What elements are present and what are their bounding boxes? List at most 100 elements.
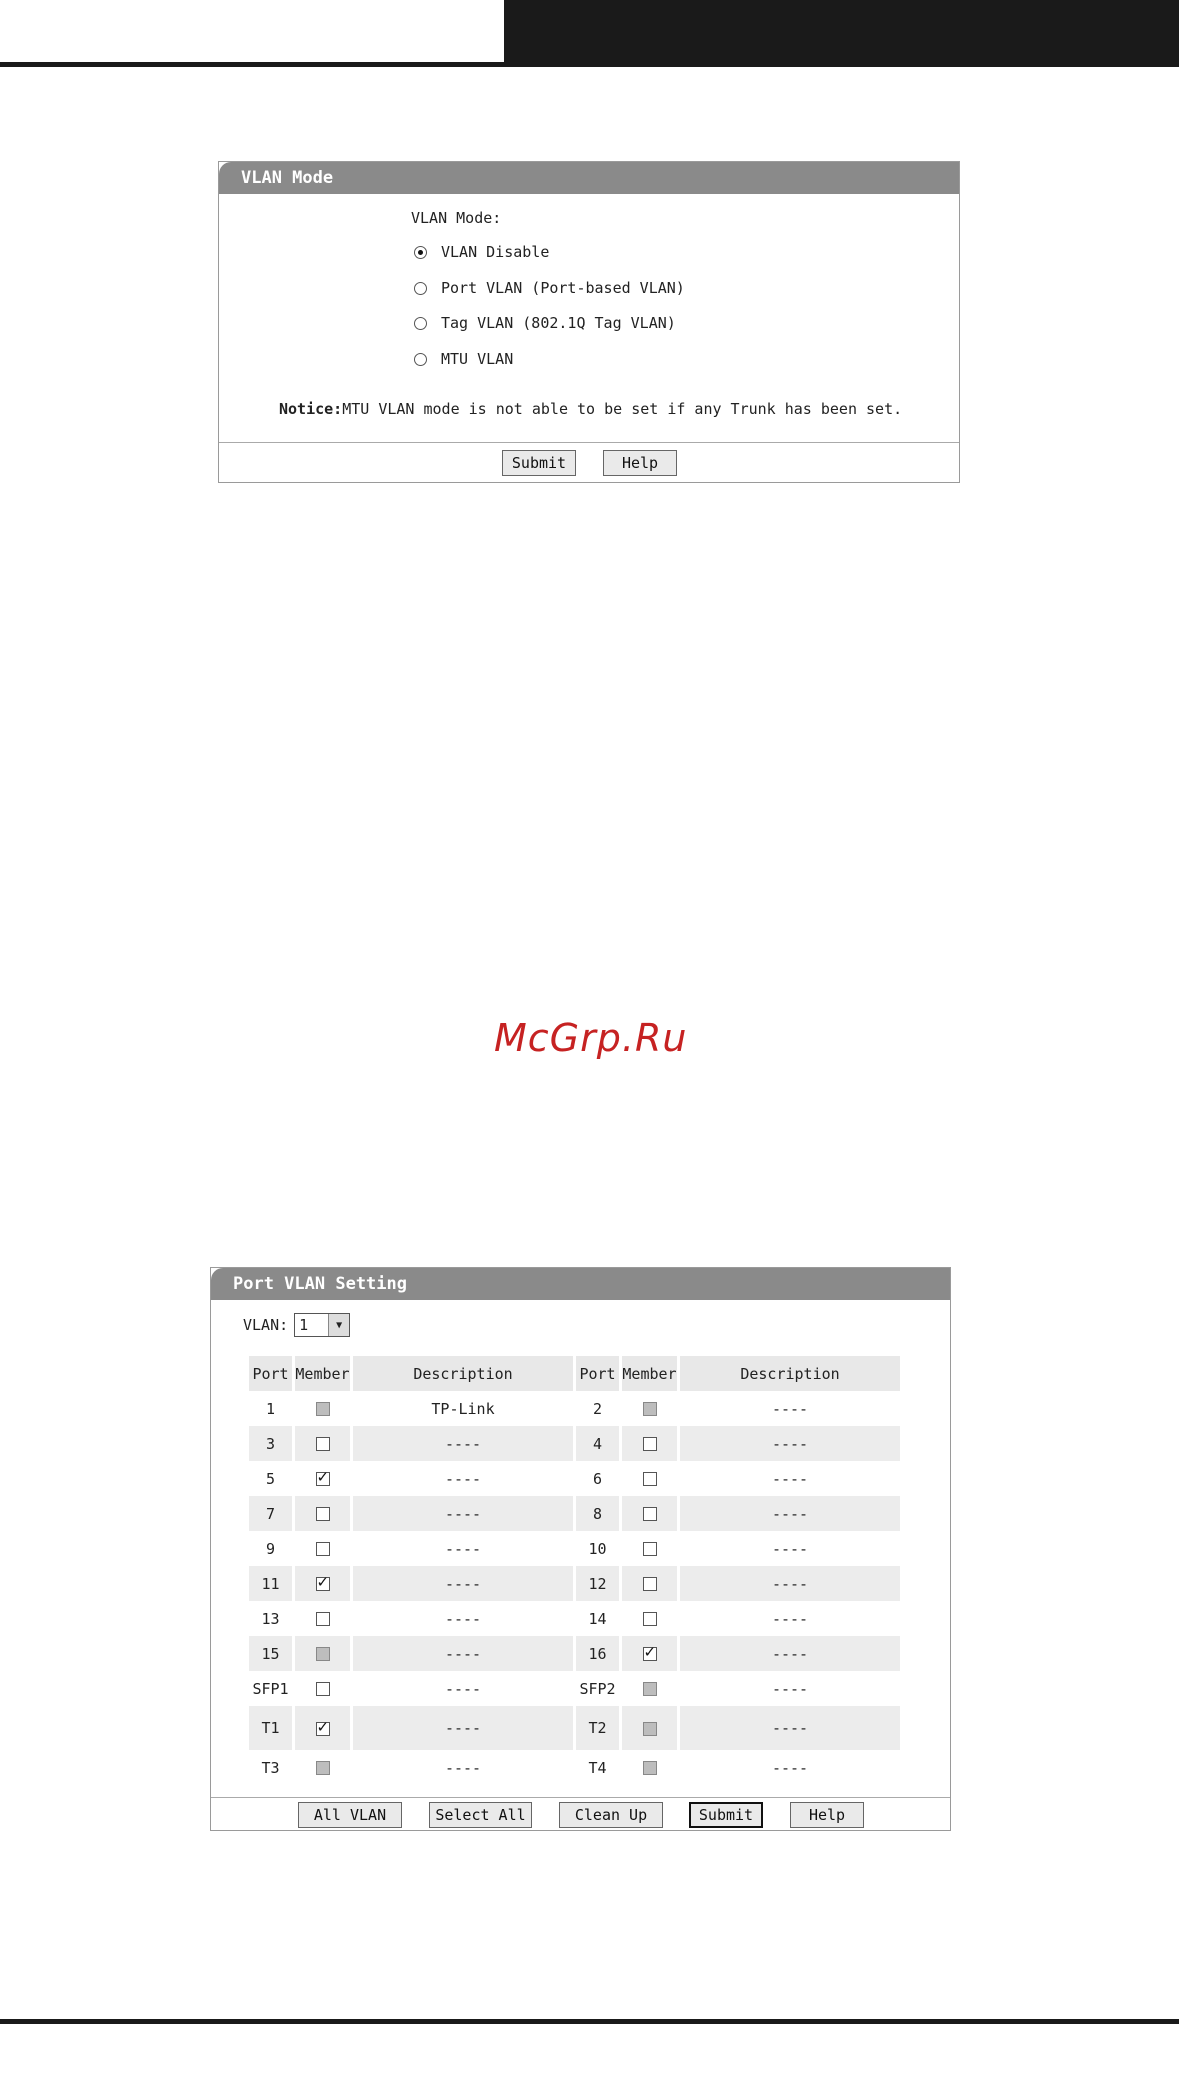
member-cell: [622, 1496, 677, 1531]
member-cell: [622, 1461, 677, 1496]
member-cell: [622, 1671, 677, 1706]
port-description: ----: [680, 1496, 900, 1531]
member-cell: [622, 1706, 677, 1750]
help-button[interactable]: Help: [603, 450, 677, 476]
port-description: ----: [353, 1426, 573, 1461]
port-description: ----: [680, 1706, 900, 1750]
port-number: T4: [588, 1758, 607, 1777]
port-description: ----: [771, 1399, 809, 1418]
submit-button[interactable]: Submit: [689, 1802, 763, 1828]
member-checkbox[interactable]: [642, 1643, 657, 1661]
port-description: ----: [771, 1609, 809, 1628]
help-button[interactable]: Help: [790, 1802, 864, 1828]
member-checkbox: [315, 1402, 330, 1416]
member-cell: [295, 1750, 350, 1785]
port-number: 1: [265, 1399, 276, 1418]
member-checkbox[interactable]: [315, 1542, 330, 1556]
port-vlan-panel: Port VLAN Setting VLAN: 1 ▼ Port Member …: [210, 1267, 951, 1831]
member-cell: [295, 1461, 350, 1496]
port-description: ----: [771, 1758, 809, 1777]
table-row: 7 ---- 8 ----: [249, 1496, 900, 1531]
port-number: 14: [588, 1609, 607, 1628]
member-cell: [295, 1671, 350, 1706]
port-number: 6: [592, 1469, 603, 1488]
member-checkbox: [315, 1647, 330, 1661]
port-number: 9: [265, 1539, 276, 1558]
radio-button[interactable]: [414, 281, 427, 295]
member-checkbox[interactable]: [315, 1682, 330, 1696]
port-vlan-title: Port VLAN Setting: [211, 1268, 950, 1300]
table-row: SFP1 ---- SFP2 ----: [249, 1671, 900, 1706]
page-header-rule: [0, 62, 504, 67]
port-number: SFP1: [252, 1679, 289, 1698]
port-description: ----: [771, 1679, 809, 1698]
vlan-mode-title: VLAN Mode: [219, 162, 959, 194]
vlan-label: VLAN:: [243, 1316, 289, 1334]
radio-label: Port VLAN (Port-based VLAN): [441, 279, 685, 297]
port-vlan-button-bar: [211, 1797, 950, 1798]
member-checkbox[interactable]: [642, 1577, 657, 1591]
member-cell: [622, 1750, 677, 1785]
port-description: ----: [444, 1539, 482, 1558]
port-number: 3: [249, 1426, 292, 1461]
member-checkbox: [642, 1682, 657, 1696]
notice-body: MTU VLAN mode is not able to be set if a…: [342, 400, 903, 418]
table-row: 1 TP-Link 2 ----: [249, 1391, 900, 1426]
all-vlan-button[interactable]: All VLAN: [298, 1802, 402, 1828]
member-cell: [622, 1601, 677, 1636]
port-description: ----: [353, 1706, 573, 1750]
member-cell: [622, 1636, 677, 1671]
radio-button[interactable]: [414, 245, 427, 259]
member-checkbox[interactable]: [315, 1612, 330, 1626]
port-number: 4: [576, 1426, 619, 1461]
vlan-selector: VLAN: 1 ▼: [243, 1313, 351, 1337]
vlan-mode-panel: VLAN Mode VLAN Mode: VLAN Disable Port V…: [218, 161, 960, 483]
page-header-bar: [504, 0, 1179, 67]
header-description: Description: [680, 1356, 900, 1391]
member-checkbox[interactable]: [315, 1718, 330, 1736]
radio-port-vlan[interactable]: Port VLAN (Port-based VLAN): [414, 279, 685, 297]
member-checkbox[interactable]: [315, 1437, 330, 1451]
radio-tag-vlan[interactable]: Tag VLAN (802.1Q Tag VLAN): [414, 314, 676, 332]
chevron-down-icon[interactable]: ▼: [328, 1314, 350, 1336]
member-checkbox[interactable]: [315, 1468, 330, 1486]
member-checkbox[interactable]: [642, 1612, 657, 1626]
radio-mtu-vlan[interactable]: MTU VLAN: [414, 350, 513, 368]
radio-label: MTU VLAN: [441, 350, 514, 368]
member-cell: [622, 1391, 677, 1426]
header-member: Member: [622, 1356, 677, 1391]
vlan-select[interactable]: 1 ▼: [294, 1313, 351, 1337]
select-all-button[interactable]: Select All: [429, 1802, 532, 1828]
member-checkbox[interactable]: [642, 1437, 657, 1451]
radio-vlan-disable[interactable]: VLAN Disable: [414, 243, 549, 261]
radio-button[interactable]: [414, 316, 427, 330]
table-row: 5 ---- 6 ----: [249, 1461, 900, 1496]
member-cell: [622, 1426, 677, 1461]
member-cell: [295, 1391, 350, 1426]
port-description: ----: [353, 1566, 573, 1601]
member-cell: [295, 1706, 350, 1750]
submit-button[interactable]: Submit: [502, 450, 576, 476]
member-checkbox[interactable]: [642, 1472, 657, 1486]
page-footer-rule: [0, 2019, 1179, 2024]
clean-up-button[interactable]: Clean Up: [559, 1802, 663, 1828]
member-cell: [295, 1566, 350, 1601]
table-row: 15----16----: [249, 1636, 900, 1671]
port-number: 8: [576, 1496, 619, 1531]
port-description: ----: [680, 1426, 900, 1461]
port-number: 5: [265, 1469, 276, 1488]
port-description: ----: [444, 1679, 482, 1698]
member-checkbox[interactable]: [315, 1573, 330, 1591]
vlan-select-value: 1: [299, 1316, 309, 1334]
radio-button[interactable]: [414, 352, 427, 366]
port-number: 12: [576, 1566, 619, 1601]
member-checkbox[interactable]: [315, 1507, 330, 1521]
port-description: ----: [444, 1609, 482, 1628]
port-number: 11: [249, 1566, 292, 1601]
port-number: T2: [576, 1706, 619, 1750]
port-number: T3: [261, 1758, 280, 1777]
port-description: TP-Link: [431, 1399, 495, 1418]
member-checkbox[interactable]: [642, 1542, 657, 1556]
header-port: Port: [576, 1356, 619, 1391]
member-checkbox[interactable]: [642, 1507, 657, 1521]
